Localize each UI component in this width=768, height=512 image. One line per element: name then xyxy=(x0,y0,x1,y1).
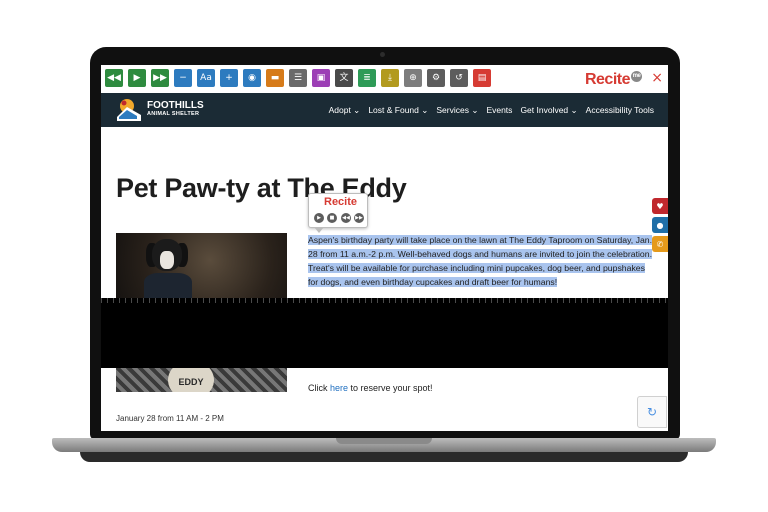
nav-lost-found[interactable]: Lost & Found ⌄ xyxy=(368,105,428,116)
nav-events[interactable]: Events xyxy=(486,105,512,116)
fast-forward-icon[interactable]: ▶▶ xyxy=(151,69,169,87)
phone-icon[interactable]: ✆ xyxy=(652,236,668,252)
location-pin-icon[interactable]: ● xyxy=(652,217,668,233)
nav-accessibility-tools[interactable]: Accessibility Tools xyxy=(586,105,654,116)
close-toolbar-button[interactable]: × xyxy=(651,70,663,86)
event-date: January 28 from 11 AM - 2 PM xyxy=(116,414,224,423)
rewind-icon[interactable]: ◀◀ xyxy=(105,69,123,87)
font-icon[interactable]: Aa xyxy=(197,69,215,87)
shelter-logo-icon[interactable] xyxy=(115,97,143,123)
laptop-notch xyxy=(336,438,432,444)
settings-icon[interactable]: ⚙ xyxy=(427,69,445,87)
popup-forward-icon[interactable]: ▶▶ xyxy=(354,213,364,223)
laptop-base xyxy=(52,438,716,452)
laptop-base-shadow xyxy=(80,452,688,462)
nav-get-involved[interactable]: Get Involved ⌄ xyxy=(520,105,577,116)
nav-adopt[interactable]: Adopt ⌄ xyxy=(329,105,361,116)
highlighted-text[interactable]: Aspen's birthday party will take place o… xyxy=(308,235,653,287)
decrease-text-icon[interactable]: − xyxy=(174,69,192,87)
increase-text-icon[interactable]: + xyxy=(220,69,238,87)
text-mode-icon[interactable]: ≣ xyxy=(358,69,376,87)
pdf-icon[interactable]: ▤ xyxy=(473,69,491,87)
highlight-bar-icon[interactable]: ▬ xyxy=(266,69,284,87)
dog-body xyxy=(144,273,192,301)
dog-photo xyxy=(116,233,287,301)
dog-muzzle xyxy=(160,251,174,269)
site-header: FOOTHILLS ANIMAL SHELTER Adopt ⌄ Lost & F… xyxy=(101,93,668,127)
eddy-photo: EDDY xyxy=(116,368,287,392)
translate-icon[interactable]: 文 xyxy=(335,69,353,87)
ruler-ticks xyxy=(101,298,668,303)
download-icon[interactable]: ⤓ xyxy=(381,69,399,87)
browser-screen: ◀◀ ▶ ▶▶ − Aa + ◉ ▬ ☰ ▣ 文 ≣ ⤓ ⊕ ⚙ ↺ ▤ Recite me × FOOTHILL… xyxy=(101,65,668,431)
reserve-link[interactable]: here xyxy=(330,383,348,393)
color-wheel-icon[interactable]: ◉ xyxy=(243,69,261,87)
eddy-sign: EDDY xyxy=(168,368,214,392)
popup-stop-icon[interactable]: ■ xyxy=(327,213,337,223)
popup-rewind-icon[interactable]: ◀◀ xyxy=(341,213,351,223)
popup-play-icon[interactable]: ▶ xyxy=(314,213,324,223)
brand-name[interactable]: FOOTHILLS ANIMAL SHELTER xyxy=(147,101,204,119)
popup-recite-logo: Recite xyxy=(324,196,358,208)
webcam xyxy=(380,52,385,57)
play-icon[interactable]: ▶ xyxy=(128,69,146,87)
ruler-icon[interactable]: ☰ xyxy=(289,69,307,87)
event-description: Aspen's birthday party will take place o… xyxy=(308,233,654,289)
reserve-text: Click here to reserve your spot! xyxy=(308,383,433,393)
dictionary-icon[interactable]: ▣ xyxy=(312,69,330,87)
main-nav: Adopt ⌄ Lost & Found ⌄ Services ⌄ Events… xyxy=(329,105,654,116)
magnifier-icon[interactable]: ⊕ xyxy=(404,69,422,87)
recite-me-badge: me xyxy=(631,71,642,82)
nav-services[interactable]: Services ⌄ xyxy=(436,105,478,116)
heart-icon[interactable]: ♥ xyxy=(652,198,668,214)
recaptcha-badge[interactable]: ↻ xyxy=(637,396,667,428)
recite-toolbar: ◀◀ ▶ ▶▶ − Aa + ◉ ▬ ☰ ▣ 文 ≣ ⤓ ⊕ ⚙ ↺ ▤ Recite me × xyxy=(101,65,668,94)
recite-popup: Recite ▶ ■ ◀◀ ▶▶ xyxy=(308,193,368,233)
reset-icon[interactable]: ↺ xyxy=(450,69,468,87)
recite-logo[interactable]: Recite me xyxy=(585,71,642,89)
reading-ruler-mask[interactable] xyxy=(101,298,668,368)
